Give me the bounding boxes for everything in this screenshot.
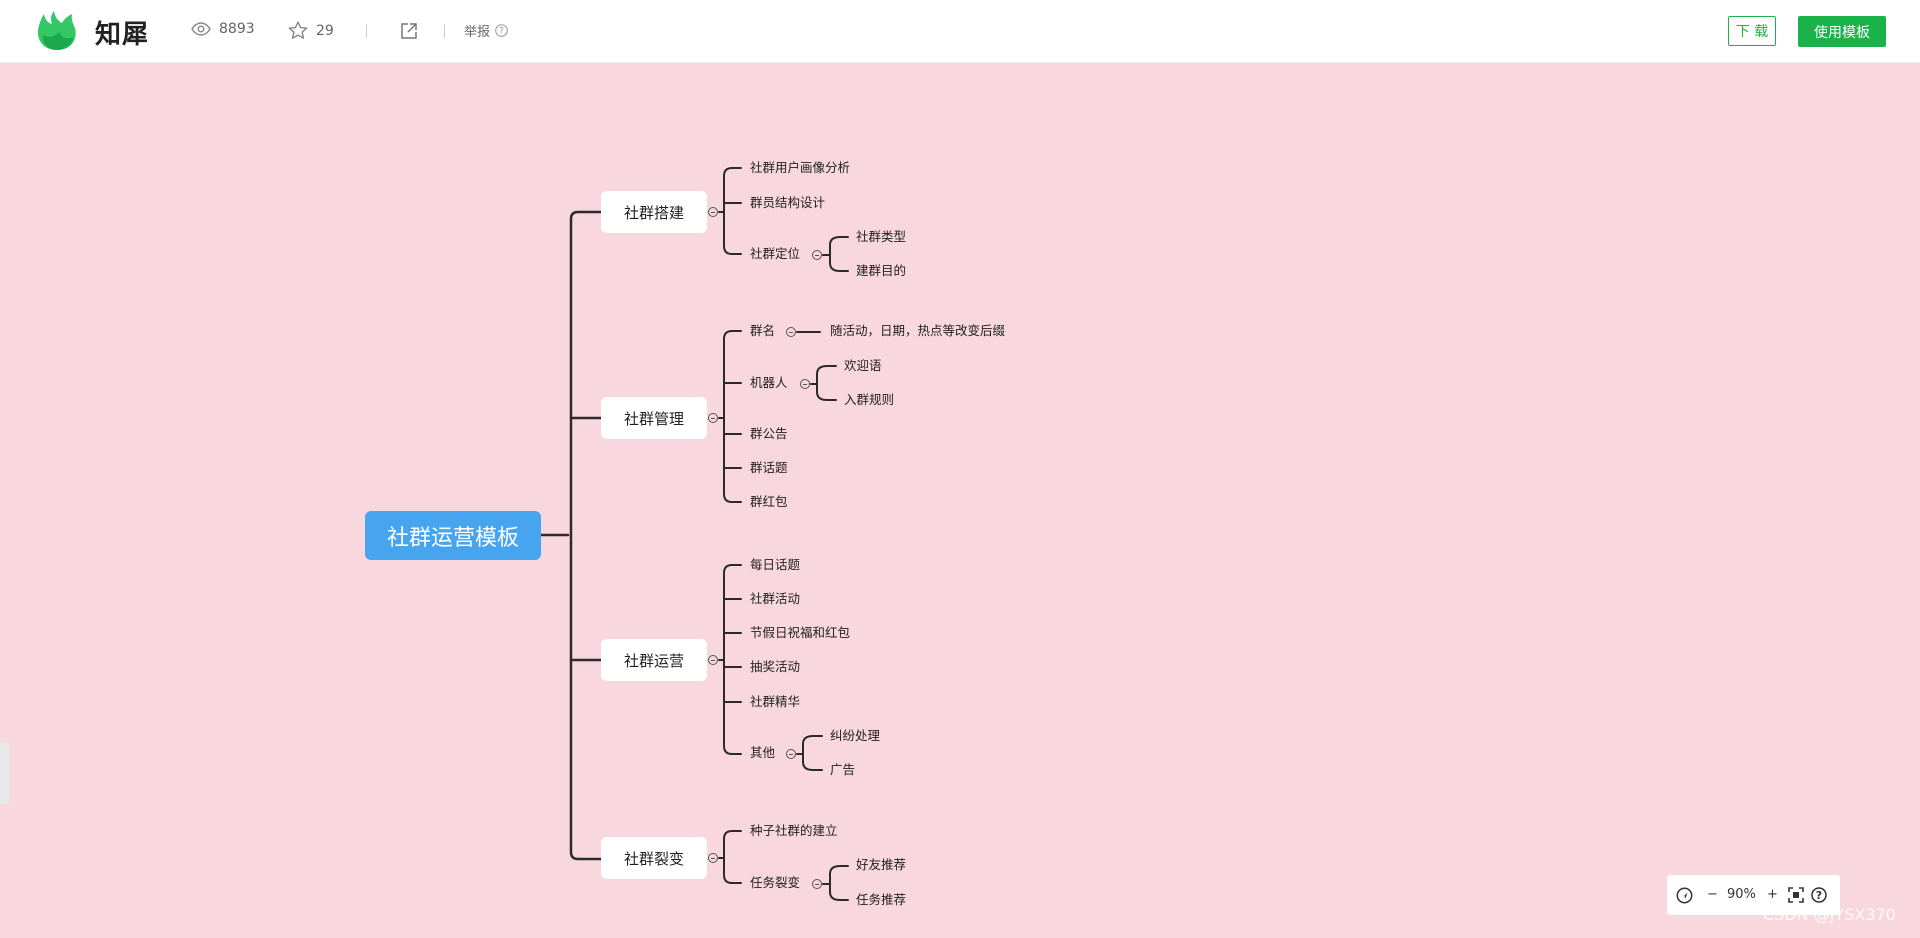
topic-node[interactable]: 群公告 [750,426,788,442]
side-panel-handle[interactable] [0,743,10,804]
collapse-toggle[interactable] [708,655,718,665]
subtopic-node[interactable]: 社群类型 [856,229,906,245]
collapse-toggle[interactable] [812,879,822,889]
subtopic-node[interactable]: 任务推荐 [856,892,906,908]
topic-node[interactable]: 群话题 [750,460,788,476]
root-node[interactable]: 社群运营模板 [365,511,541,560]
subtopic-node[interactable]: 纠纷处理 [830,728,880,744]
branch-node-community-growth[interactable]: 社群裂变 [601,837,707,879]
topic-node[interactable]: 社群定位 [750,246,800,262]
subtopic-node[interactable]: 建群目的 [856,263,906,279]
topic-node[interactable]: 群员结构设计 [750,195,825,211]
topic-node[interactable]: 其他 [750,745,775,761]
fit-screen-icon[interactable] [1788,887,1804,903]
subtopic-node[interactable]: 广告 [830,762,855,778]
collapse-toggle[interactable] [786,327,796,337]
topic-node[interactable]: 社群活动 [750,591,800,607]
branch-node-community-management[interactable]: 社群管理 [601,397,707,439]
branch-node-community-setup[interactable]: 社群搭建 [601,191,707,233]
subtopic-node[interactable]: 入群规则 [844,392,894,408]
topic-node[interactable]: 任务裂变 [750,875,800,891]
topic-node[interactable]: 节假日祝福和红包 [750,625,850,641]
topic-node[interactable]: 种子社群的建立 [750,823,838,839]
collapse-toggle[interactable] [800,379,810,389]
topic-node[interactable]: 群红包 [750,494,788,510]
zoom-in-button[interactable]: + [1767,887,1778,903]
topic-node[interactable]: 抽奖活动 [750,659,800,675]
collapse-toggle[interactable] [708,853,718,863]
subtopic-node[interactable]: 欢迎语 [844,358,882,374]
collapse-toggle[interactable] [708,207,718,217]
topic-node[interactable]: 群名 [750,323,775,339]
locate-icon[interactable] [1676,887,1693,904]
collapse-toggle[interactable] [812,250,822,260]
subtopic-node[interactable]: 好友推荐 [856,857,906,873]
topic-node[interactable]: 社群精华 [750,694,800,710]
topic-node[interactable]: 机器人 [750,375,788,391]
subtopic-node[interactable]: 随活动，日期，热点等改变后缀 [830,323,1005,339]
zoom-level: 90% [1727,887,1756,902]
help-icon[interactable]: ? [1811,887,1827,903]
zoom-out-button[interactable]: − [1707,887,1718,903]
mindmap-connectors [539,167,849,901]
watermark: CSDN @JYSX370 [1763,905,1896,924]
collapse-toggle[interactable] [708,413,718,423]
topic-node[interactable]: 每日话题 [750,557,800,573]
collapse-toggle[interactable] [786,749,796,759]
branch-node-community-operation[interactable]: 社群运营 [601,639,707,681]
svg-text:?: ? [1816,889,1822,902]
topic-node[interactable]: 社群用户画像分析 [750,160,850,176]
